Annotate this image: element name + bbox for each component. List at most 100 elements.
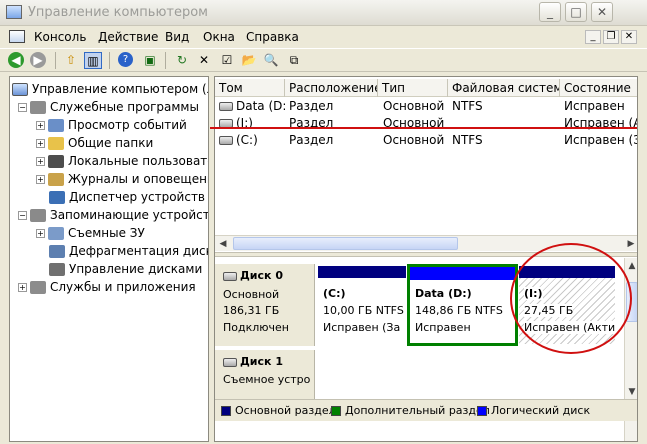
scrollbar-thumb[interactable] (233, 237, 458, 250)
up-folder-icon[interactable]: ⇧ (62, 52, 80, 69)
scroll-down-icon[interactable]: ▼ (625, 384, 637, 400)
expand-icon[interactable]: + (36, 175, 45, 184)
volume-layout: Раздел (289, 116, 334, 130)
partition-status: Исправен (За (323, 321, 401, 334)
properties-icon[interactable]: ▣ (141, 52, 159, 69)
tree-item-label: Запоминающие устройства (50, 208, 209, 222)
volume-row[interactable]: (C:) Раздел Основной NTFS Исправен (За (215, 132, 637, 149)
event-viewer-icon (48, 119, 64, 132)
legend-swatch-extended (331, 406, 341, 416)
storage-icon (30, 209, 46, 222)
mdi-minimize-button[interactable]: _ (585, 30, 601, 44)
column-volume[interactable]: Том (215, 79, 285, 97)
tree-item-performance-logs[interactable]: + Журналы и оповещения (36, 170, 209, 188)
column-type[interactable]: Тип (378, 79, 448, 97)
delete-icon[interactable]: ✕ (195, 52, 213, 69)
volume-status: Исправен (За (564, 133, 637, 147)
volume-name: (C:) (236, 133, 258, 147)
column-filesystem[interactable]: Файловая система (448, 79, 560, 97)
tree-item-device-manager[interactable]: Диспетчер устройств (49, 188, 205, 206)
tree-item-system-tools[interactable]: − Служебные программы (18, 98, 199, 116)
scroll-up-icon[interactable]: ▲ (625, 258, 637, 274)
help-icon[interactable]: ? (118, 52, 133, 67)
tree-item-label: Журналы и оповещения (68, 172, 209, 186)
disk-kind: Основной (223, 288, 280, 301)
properties-sheet-icon[interactable]: ☑ (218, 52, 236, 69)
computer-management-window: Управление компьютером _ □ ✕ Консоль Дей… (0, 0, 647, 444)
console-icon (9, 30, 25, 43)
menu-view[interactable]: Вид (165, 30, 189, 44)
search-icon[interactable]: 🔍 (262, 52, 280, 69)
disk-name: Диск 1 (240, 355, 283, 368)
expand-icon[interactable]: + (36, 121, 45, 130)
partition-c[interactable]: (C:) 10,00 ГБ NTFS Исправен (За (318, 266, 406, 344)
disk-kind: Съемное устро (223, 373, 311, 386)
mdi-restore-button[interactable]: ❐ (603, 30, 619, 44)
maximize-button[interactable]: □ (565, 2, 587, 22)
column-layout[interactable]: Расположение (285, 79, 378, 97)
menu-console[interactable]: Консоль (34, 30, 86, 44)
disk-name: Диск 0 (240, 269, 283, 282)
scroll-right-icon[interactable]: ▶ (623, 236, 637, 252)
refresh-icon[interactable]: ↻ (173, 52, 191, 69)
volume-status: Исправен (564, 99, 625, 113)
show-tree-icon[interactable]: ▥ (84, 52, 102, 69)
mdi-close-button[interactable]: ✕ (621, 30, 637, 44)
collapse-icon[interactable]: − (18, 211, 27, 220)
volume-layout: Раздел (289, 99, 334, 113)
disk-management-icon (49, 263, 65, 276)
expand-icon[interactable]: + (36, 229, 45, 238)
device-manager-icon (49, 191, 65, 204)
volume-row[interactable]: Data (D:) Раздел Основной NTFS Исправен (215, 98, 637, 115)
annotation-circle (510, 243, 632, 354)
tree-item-services-apps[interactable]: + Службы и приложения (18, 278, 196, 296)
menu-window[interactable]: Окна (203, 30, 235, 44)
volume-fs: NTFS (452, 99, 483, 113)
volume-type: Основной (383, 116, 445, 130)
disk-1-label[interactable]: Диск 1 Съемное устро (215, 350, 315, 400)
minimize-button[interactable]: _ (539, 2, 561, 22)
partition-bar (318, 266, 406, 278)
partition-d[interactable]: Data (D:) 148,86 ГБ NTFS Исправен (407, 264, 518, 346)
tree-item-local-users[interactable]: + Локальные пользовател (36, 152, 208, 170)
back-icon[interactable]: ◀ (8, 52, 24, 68)
logs-icon (48, 173, 64, 186)
window-title: Управление компьютером (28, 5, 208, 20)
computer-icon (12, 83, 28, 96)
volume-row[interactable]: (I:) Раздел Основной Исправен (Ак (215, 115, 637, 132)
disk-0-label[interactable]: Диск 0 Основной 186,31 ГБ Подключен (215, 264, 315, 346)
export-icon[interactable]: ⧉ (285, 52, 303, 69)
app-icon (6, 5, 22, 19)
shared-folder-icon (48, 137, 64, 150)
tree-item-disk-management[interactable]: Управление дисками (49, 260, 202, 278)
open-folder-icon[interactable]: 📂 (240, 52, 258, 69)
close-button[interactable]: ✕ (591, 2, 613, 22)
expand-icon[interactable]: + (36, 157, 45, 166)
scroll-left-icon[interactable]: ◀ (215, 236, 231, 252)
tree-root-label: Управление компьютером (лок (32, 82, 208, 96)
toolbar-separator (165, 52, 166, 69)
title-bar: Управление компьютером _ □ ✕ (0, 0, 647, 26)
expand-icon[interactable]: + (36, 139, 45, 148)
volume-type: Основной (383, 99, 445, 113)
tree-item-defrag[interactable]: Дефрагментация диска (49, 242, 208, 260)
menu-action[interactable]: Действие (98, 30, 158, 44)
volume-fs: NTFS (452, 133, 483, 147)
column-status[interactable]: Состояние (560, 79, 637, 97)
tree-item-removable-storage[interactable]: + Съемные ЗУ (36, 224, 145, 242)
partition-size: 148,86 ГБ NTFS (415, 304, 503, 317)
tree-item-event-viewer[interactable]: + Просмотр событий (36, 116, 187, 134)
tree-item-shared-folders[interactable]: + Общие папки (36, 134, 153, 152)
tree-item-storage[interactable]: − Запоминающие устройства (18, 206, 209, 224)
toolbar-separator (55, 52, 56, 69)
toolbar-separator (109, 52, 110, 69)
legend-label: Логический диск (491, 404, 591, 417)
forward-icon[interactable]: ▶ (30, 52, 46, 68)
menu-help[interactable]: Справка (246, 30, 299, 44)
expand-icon[interactable]: + (18, 283, 27, 292)
tree-item-label: Съемные ЗУ (68, 226, 145, 240)
tree-root[interactable]: Управление компьютером (лок (12, 80, 208, 98)
tools-icon (30, 101, 46, 114)
services-icon (30, 281, 46, 294)
collapse-icon[interactable]: − (18, 103, 27, 112)
